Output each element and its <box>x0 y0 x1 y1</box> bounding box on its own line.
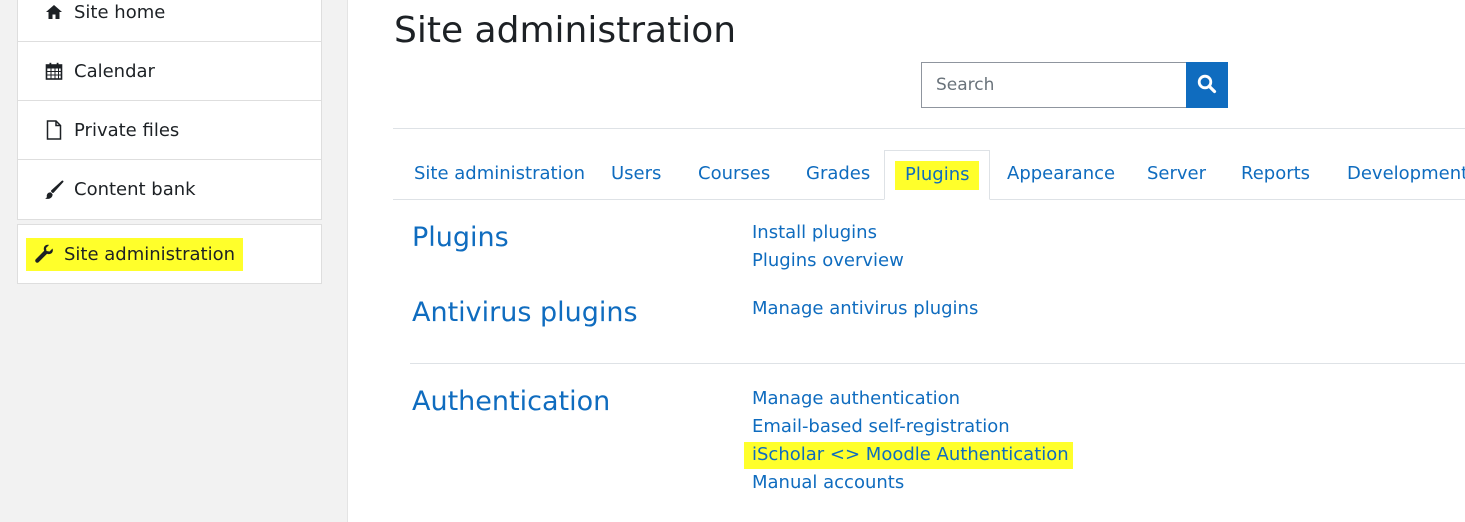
tab-plugins[interactable]: Plugins <box>884 150 991 200</box>
section-title-plugins[interactable]: Plugins <box>412 222 509 253</box>
link-text: iScholar <> Moodle Authentication <box>744 442 1073 469</box>
nav-card: Site home Calendar Private files Content… <box>17 0 322 220</box>
sidebar-item-label: Private files <box>74 119 180 141</box>
sidebar-item-private-files[interactable]: Private files <box>18 101 321 160</box>
search-button[interactable] <box>1186 62 1228 108</box>
divider <box>410 363 1465 364</box>
search-input[interactable] <box>921 62 1186 108</box>
sidebar-item-label: Site administration <box>64 243 236 265</box>
nav-drawer: Site home Calendar Private files Content… <box>0 0 347 522</box>
divider <box>393 128 1465 129</box>
admin-tabs: Site administration Users Courses Grades… <box>393 150 1465 200</box>
link-email-self-registration[interactable]: Email-based self-registration <box>752 413 1073 441</box>
page-title: Site administration <box>394 10 737 51</box>
tab-users[interactable]: Users <box>611 150 661 198</box>
file-icon <box>44 120 64 140</box>
sidebar-item-site-home[interactable]: Site home <box>18 0 321 42</box>
link-install-plugins[interactable]: Install plugins <box>752 219 904 247</box>
tab-site-administration[interactable]: Site administration <box>414 150 585 198</box>
link-manual-accounts[interactable]: Manual accounts <box>752 469 1073 497</box>
link-manage-authentication[interactable]: Manage authentication <box>752 385 1073 413</box>
admin-card: Site administration <box>17 224 322 284</box>
main-region: Site administration Site administration … <box>348 0 1465 522</box>
tab-server[interactable]: Server <box>1147 150 1206 198</box>
admin-search <box>921 62 1228 108</box>
highlight: Site administration <box>26 237 244 271</box>
link-plugins-overview[interactable]: Plugins overview <box>752 247 904 275</box>
paintbrush-icon <box>44 180 64 200</box>
wrench-icon <box>34 244 54 264</box>
link-manage-antivirus[interactable]: Manage antivirus plugins <box>752 295 978 323</box>
tab-reports[interactable]: Reports <box>1241 150 1310 198</box>
home-icon <box>44 2 64 22</box>
authentication-links: Manage authentication Email-based self-r… <box>744 385 1073 497</box>
sidebar-item-label: Content bank <box>74 179 196 200</box>
tab-label: Plugins <box>895 161 980 190</box>
sidebar-item-site-administration[interactable]: Site administration <box>18 225 321 283</box>
search-icon <box>1197 74 1217 97</box>
tab-grades[interactable]: Grades <box>806 150 870 198</box>
tab-appearance[interactable]: Appearance <box>1007 150 1115 198</box>
section-title-authentication[interactable]: Authentication <box>412 386 610 417</box>
sidebar-item-label: Calendar <box>74 60 155 82</box>
tab-development[interactable]: Development <box>1347 150 1465 198</box>
plugins-links: Install plugins Plugins overview <box>752 219 904 275</box>
tab-courses[interactable]: Courses <box>698 150 770 198</box>
link-ischolar-moodle-auth[interactable]: iScholar <> Moodle Authentication <box>744 441 1073 469</box>
sidebar-item-calendar[interactable]: Calendar <box>18 42 321 101</box>
section-title-antivirus[interactable]: Antivirus plugins <box>412 297 638 328</box>
calendar-icon <box>44 61 64 81</box>
antivirus-links: Manage antivirus plugins <box>752 295 978 323</box>
sidebar-item-content-bank[interactable]: Content bank <box>18 160 321 219</box>
sidebar-item-label: Site home <box>74 1 166 23</box>
